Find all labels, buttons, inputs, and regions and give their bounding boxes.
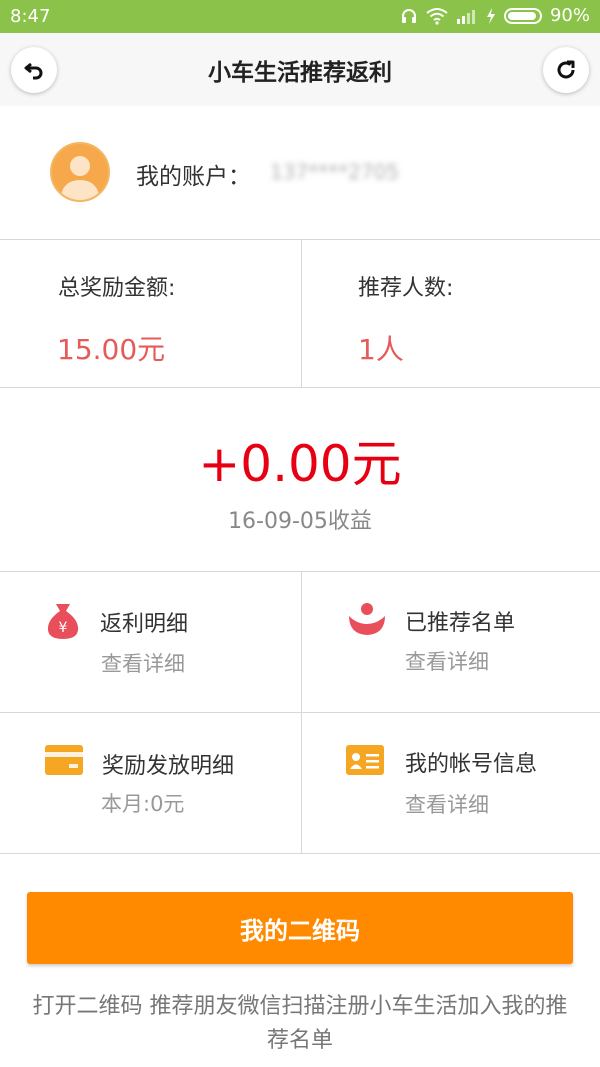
rebate-details-item[interactable]: ¥ 返利明细 查看详细 <box>0 572 301 712</box>
signal-icon <box>456 9 475 24</box>
money-bag-icon: ¥ <box>47 604 79 639</box>
account-section: 我的账户： 137****2705 <box>0 106 600 240</box>
status-time: 8:47 <box>10 6 51 27</box>
reward-payout-title: 奖励发放明细 <box>102 754 235 779</box>
total-reward-cell: 总奖励金额: 15.00元 <box>0 240 301 387</box>
account-label: 我的账户： <box>136 164 251 190</box>
page-title: 小车生活推荐返利 <box>208 60 392 86</box>
headphones-icon <box>401 8 416 23</box>
menu-row-1: ¥ 返利明细 查看详细 已推荐名单 查看详细 <box>0 572 600 713</box>
user-avatar-icon <box>60 156 100 200</box>
svg-text:¥: ¥ <box>59 620 68 636</box>
my-qr-code-button[interactable]: 我的二维码 <box>27 892 573 964</box>
charging-icon <box>486 7 495 24</box>
person-icon <box>349 603 385 635</box>
menu-row-2: 奖励发放明细 本月:0元 我的帐号信息 查看详细 <box>0 713 600 854</box>
battery-icon <box>503 7 542 24</box>
qr-code-instructions: 打开二维码 推荐朋友微信扫描注册小车生活加入我的推荐名单 <box>32 994 568 1053</box>
rebate-details-subtitle: 查看详细 <box>101 652 185 676</box>
referred-list-subtitle: 查看详细 <box>405 650 489 674</box>
referral-count-label: 推荐人数: <box>358 276 454 301</box>
account-number: 137****2705 <box>270 160 400 184</box>
account-info-subtitle: 查看详细 <box>405 793 489 817</box>
daily-earnings-date: 16-09-05收益 <box>228 509 372 534</box>
reward-payout-item[interactable]: 奖励发放明细 本月:0元 <box>0 713 301 853</box>
referral-count-value: 1人 <box>358 333 404 366</box>
daily-earnings-section: +0.00元 16-09-05收益 <box>0 388 600 572</box>
stats-section: 总奖励金额: 15.00元 推荐人数: 1人 <box>0 240 600 388</box>
referred-list-title: 已推荐名单 <box>405 611 516 636</box>
id-card-icon <box>346 745 384 775</box>
referral-count-cell: 推荐人数: 1人 <box>301 240 600 387</box>
navigation-bar: 小车生活推荐返利 <box>0 33 600 106</box>
rebate-details-title: 返利明细 <box>100 612 189 637</box>
battery-percent: 90% <box>549 5 590 26</box>
daily-earnings-amount: +0.00元 <box>198 435 402 493</box>
referred-list-item[interactable]: 已推荐名单 查看详细 <box>301 572 600 712</box>
status-bar: 8:47 90% <box>0 0 600 33</box>
account-info-title: 我的帐号信息 <box>405 752 538 777</box>
total-reward-label: 总奖励金额: <box>58 276 176 301</box>
wifi-icon <box>426 7 448 25</box>
total-reward-value: 15.00元 <box>57 333 166 366</box>
avatar <box>50 142 110 202</box>
refresh-icon <box>557 60 575 79</box>
refresh-button[interactable] <box>543 47 589 93</box>
card-icon <box>45 745 83 775</box>
status-icons: 90% <box>400 5 590 26</box>
reward-payout-subtitle: 本月:0元 <box>101 792 185 816</box>
account-info-item[interactable]: 我的帐号信息 查看详细 <box>301 713 600 853</box>
